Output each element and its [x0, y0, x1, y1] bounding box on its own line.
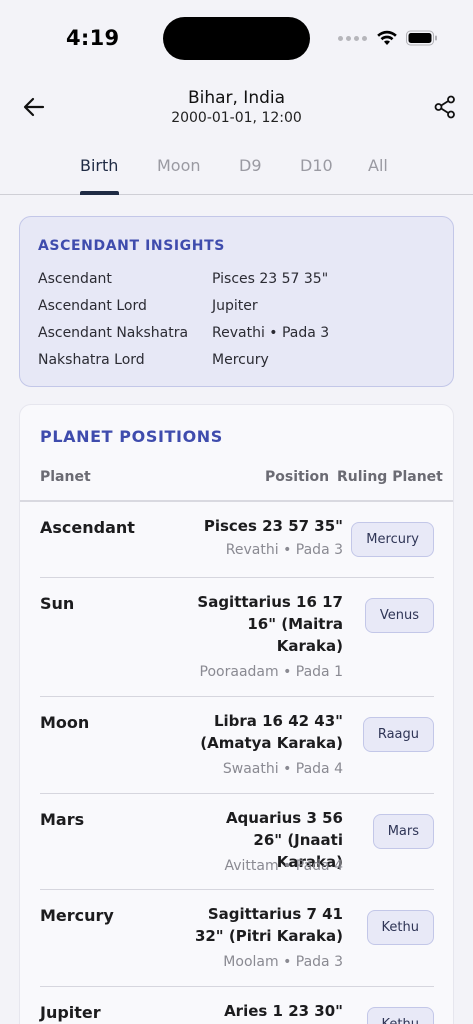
planet-name: Mercury — [40, 906, 114, 925]
planet-name: Jupiter — [40, 1003, 101, 1022]
planet-nakshatra: Swaathi • Pada 4 — [222, 761, 343, 777]
table-row: Ascendant Pisces 23 57 35" Revathi • Pad… — [20, 502, 453, 578]
insight-label: Nakshatra Lord — [38, 352, 145, 368]
battery-icon — [406, 30, 437, 46]
planet-positions-card: PLANET POSITIONS Planet Position Ruling … — [19, 404, 454, 1024]
tab-birth[interactable]: Birth — [80, 156, 118, 175]
page-subtitle: 2000-01-01, 12:00 — [171, 110, 302, 126]
planet-nakshatra: Revathi • Pada 3 — [225, 542, 343, 558]
tab-moon[interactable]: Moon — [157, 156, 201, 175]
table-row: Jupiter Aries 1 23 30" Kethu — [20, 987, 453, 1024]
tab-d10[interactable]: D10 — [300, 156, 333, 175]
dynamic-island — [163, 17, 310, 60]
planet-name: Sun — [40, 594, 75, 613]
planet-nakshatra: Avittam • Pada 4 — [224, 858, 343, 874]
insight-value: Jupiter — [212, 298, 258, 314]
planet-position: Sagittarius 7 41 32" (Pitri Karaka) — [194, 905, 343, 945]
status-bar: 4:19 — [0, 0, 473, 78]
planet-position: Pisces 23 57 35" — [203, 517, 343, 535]
planet-position: Libra 16 42 43" (Amatya Karaka) — [200, 712, 343, 752]
ascendant-insights-card: ASCENDANT INSIGHTS Ascendant Pisces 23 5… — [19, 216, 454, 387]
planet-position: Aries 1 23 30" — [224, 1002, 343, 1020]
ruling-planet-badge[interactable]: Kethu — [366, 1007, 434, 1024]
ruling-planet-badge[interactable]: Mars — [372, 814, 434, 849]
insight-value: Revathi • Pada 3 — [212, 325, 330, 341]
share-button[interactable] — [429, 91, 461, 123]
planet-name: Mars — [40, 810, 85, 829]
status-icons — [338, 28, 438, 48]
planet-nakshatra: Moolam • Pada 3 — [223, 954, 343, 970]
page-title: Bihar, India — [187, 88, 286, 108]
insight-value: Pisces 23 57 35" — [212, 271, 329, 287]
table-row: Mars Aquarius 3 56 26" (Jnaati Karaka) A… — [20, 794, 453, 890]
column-header-planet: Planet — [40, 469, 91, 485]
header: Bihar, India 2000-01-01, 12:00 — [0, 78, 473, 140]
planet-position: Sagittarius 16 17 16" (Maitra Karaka) — [197, 593, 343, 655]
insights-title: ASCENDANT INSIGHTS — [38, 238, 225, 254]
status-time: 4:19 — [66, 26, 120, 50]
cellular-signal-icon — [338, 35, 367, 41]
share-icon — [434, 95, 455, 119]
tab-bar: Birth Moon D9 D10 All — [0, 140, 473, 195]
table-row: Mercury Sagittarius 7 41 32" (Pitri Kara… — [20, 890, 453, 987]
planet-nakshatra: Pooraadam • Pada 1 — [199, 664, 343, 680]
wifi-icon — [377, 30, 397, 45]
active-tab-indicator — [80, 191, 119, 195]
insight-label: Ascendant Lord — [38, 298, 147, 314]
planet-name: Ascendant — [40, 518, 135, 537]
insight-label: Ascendant — [38, 271, 112, 287]
ruling-planet-badge[interactable]: Raagu — [362, 717, 434, 752]
tab-d9[interactable]: D9 — [239, 156, 262, 175]
ruling-planet-badge[interactable]: Venus — [364, 598, 434, 633]
column-header-ruling-planet: Ruling Planet — [337, 469, 443, 485]
insight-label: Ascendant Nakshatra — [38, 325, 189, 341]
table-row: Moon Libra 16 42 43" (Amatya Karaka) Swa… — [20, 697, 453, 794]
insight-value: Mercury — [212, 352, 269, 368]
planets-title: PLANET POSITIONS — [40, 427, 223, 446]
ruling-planet-badge[interactable]: Kethu — [366, 910, 434, 945]
tab-all[interactable]: All — [368, 156, 388, 175]
table-row: Sun Sagittarius 16 17 16" (Maitra Karaka… — [20, 578, 453, 697]
ruling-planet-badge[interactable]: Mercury — [351, 522, 434, 557]
planet-name: Moon — [40, 713, 90, 732]
column-header-position: Position — [265, 469, 330, 485]
